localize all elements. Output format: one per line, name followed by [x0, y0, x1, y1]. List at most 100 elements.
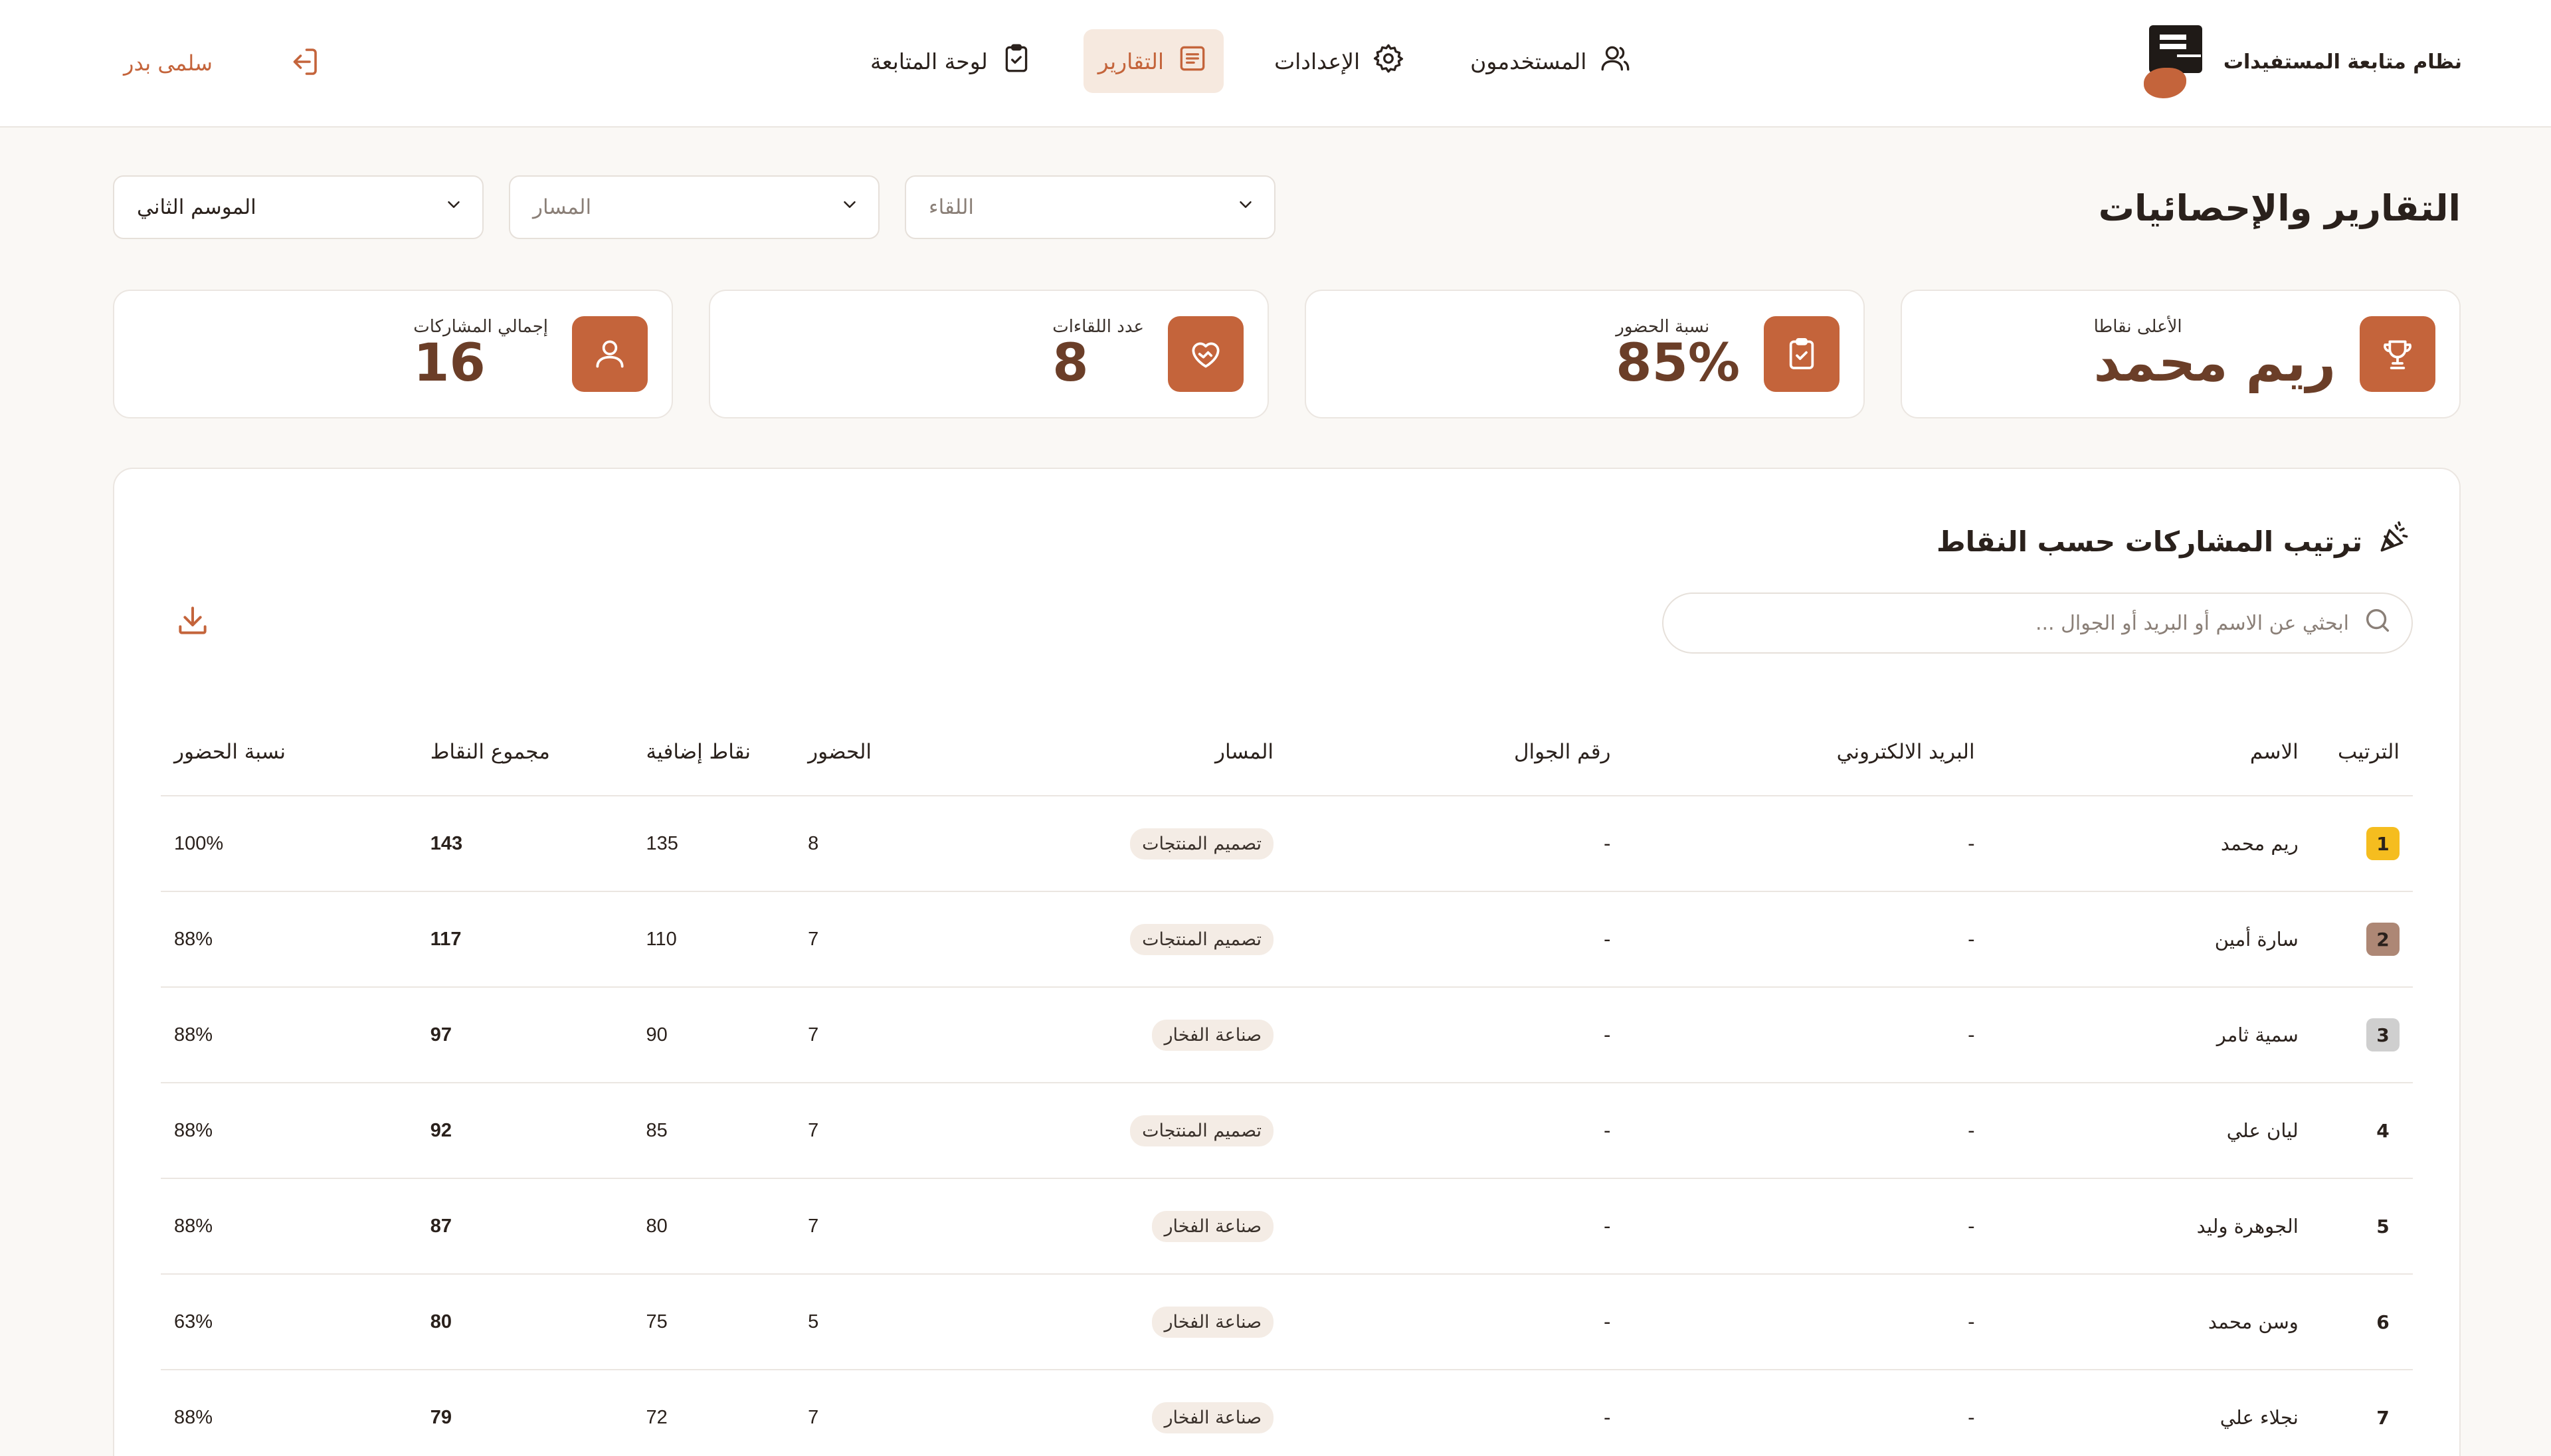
filters-bar: اللقاء المسار الموسم الثاني — [113, 175, 1276, 239]
users-icon — [1598, 42, 1632, 80]
user-icon — [572, 316, 648, 392]
nav-item-settings[interactable]: الإعدادات — [1260, 29, 1420, 93]
cell-total: 79 — [417, 1370, 633, 1456]
cell-rate: 88% — [161, 1178, 417, 1275]
meeting-select[interactable]: اللقاء — [905, 175, 1276, 239]
cell-total: 117 — [417, 891, 633, 988]
stat-card-meetings: عدد اللقاءات 8 — [709, 290, 1269, 418]
clipboard-icon — [1000, 42, 1033, 80]
cell-email: - — [1624, 1178, 1988, 1275]
nav-item-label: المستخدمون — [1470, 48, 1587, 74]
search-icon — [2362, 605, 2393, 641]
nav-item-reports[interactable]: التقارير — [1083, 29, 1224, 93]
rank-badge: 4 — [2376, 1119, 2390, 1142]
cell-bonus: 80 — [632, 1178, 795, 1275]
download-button[interactable] — [174, 602, 211, 642]
cell-name: سمية ثامر — [1988, 987, 2312, 1083]
user-name[interactable]: سلمى بدر — [124, 50, 213, 76]
trophy-icon — [2360, 316, 2435, 392]
ranking-title: ترتيب المشاركات حسب النقاط — [1937, 519, 2413, 563]
track-select[interactable]: المسار — [509, 175, 880, 239]
cell-rate: 100% — [161, 796, 417, 892]
col-header-total[interactable]: مجموع النقاط — [417, 708, 633, 796]
col-header-rank[interactable]: الترتيب — [2311, 708, 2413, 796]
stat-value: 85% — [1616, 333, 1740, 394]
page-title: التقارير والإحصائيات — [2098, 187, 2461, 229]
cell-email: - — [1624, 987, 1988, 1083]
cell-phone: - — [1287, 1083, 1624, 1179]
search-input[interactable]: ابحثي عن الاسم أو البريد أو الجوال ... — [1662, 592, 2413, 654]
rank-badge: 1 — [2366, 827, 2400, 860]
cell-attendance: 7 — [795, 1370, 1078, 1456]
cell-total: 97 — [417, 987, 633, 1083]
stat-card-participants: إجمالي المشاركات 16 — [113, 290, 673, 418]
col-header-attendance[interactable]: الحضور — [795, 708, 1078, 796]
handshake-heart-icon — [1168, 316, 1244, 392]
cell-name: نجلاء علي — [1988, 1370, 2312, 1456]
table-row[interactable]: 4 ليان علي - - تصميم المنتجات 7 85 92 88… — [161, 1083, 2413, 1179]
cell-attendance: 7 — [795, 1083, 1078, 1179]
cell-rate: 88% — [161, 987, 417, 1083]
main-nav: لوحة المتابعة التقارير الإعدادات المستخد… — [856, 29, 1646, 93]
cell-phone: - — [1287, 1178, 1624, 1275]
logout-icon[interactable] — [286, 44, 322, 82]
chevron-down-icon — [840, 195, 860, 220]
table-row[interactable]: 2 سارة أمين - - تصميم المنتجات 7 110 117… — [161, 891, 2413, 988]
col-header-name[interactable]: الاسم — [1988, 708, 2312, 796]
table-row[interactable]: 7 نجلاء علي - - صناعة الفخار 7 72 79 88% — [161, 1370, 2413, 1456]
ranking-panel: ترتيب المشاركات حسب النقاط ابحثي عن الاس… — [113, 468, 2461, 1456]
table-header-row: الترتيب الاسم البريد الالكتروني رقم الجو… — [161, 708, 2413, 796]
col-header-bonus[interactable]: نقاط إضافية — [632, 708, 795, 796]
table-row[interactable]: 1 ريم محمد - - تصميم المنتجات 8 135 143 … — [161, 796, 2413, 892]
cell-bonus: 85 — [632, 1083, 795, 1179]
col-header-track[interactable]: المسار — [1078, 708, 1287, 796]
stat-value: 16 — [413, 333, 486, 394]
track-badge: صناعة الفخار — [1152, 1402, 1274, 1433]
nav-item-users[interactable]: المستخدمون — [1456, 29, 1646, 93]
search-placeholder: ابحثي عن الاسم أو البريد أو الجوال ... — [2035, 611, 2349, 635]
cell-phone: - — [1287, 796, 1624, 892]
nav-item-label: التقارير — [1097, 48, 1165, 74]
table-row[interactable]: 3 سمية ثامر - - صناعة الفخار 7 90 97 88% — [161, 987, 2413, 1083]
stat-value: 8 — [1052, 333, 1089, 394]
cell-phone: - — [1287, 987, 1624, 1083]
brand-name: نظام متابعة المستفيدات — [2223, 50, 2462, 74]
cell-email: - — [1624, 1370, 1988, 1456]
brand[interactable]: نظام متابعة المستفيدات — [2143, 25, 2462, 98]
cell-attendance: 7 — [795, 987, 1078, 1083]
col-header-rate[interactable]: نسبة الحضور — [161, 708, 417, 796]
cell-name: وسن محمد — [1988, 1274, 2312, 1370]
track-badge: صناعة الفخار — [1152, 1306, 1274, 1338]
brand-logo-icon — [2143, 25, 2202, 98]
cell-name: سارة أمين — [1988, 891, 2312, 988]
rank-badge: 6 — [2376, 1311, 2390, 1333]
stat-value: ريم محمد — [2093, 333, 2336, 394]
stats-row: إجمالي المشاركات 16 عدد اللقاءات 8 نسبة … — [113, 290, 2461, 418]
cell-rate: 63% — [161, 1274, 417, 1370]
cell-name: ريم محمد — [1988, 796, 2312, 892]
season-select[interactable]: الموسم الثاني — [113, 175, 484, 239]
report-icon — [1176, 42, 1209, 80]
cell-total: 143 — [417, 796, 633, 892]
track-badge: تصميم المنتجات — [1130, 923, 1274, 955]
cell-bonus: 72 — [632, 1370, 795, 1456]
ranking-table: الترتيب الاسم البريد الالكتروني رقم الجو… — [161, 708, 2413, 1456]
nav-item-dashboard[interactable]: لوحة المتابعة — [856, 29, 1048, 93]
table-row[interactable]: 6 وسن محمد - - صناعة الفخار 5 75 80 63% — [161, 1274, 2413, 1370]
table-row[interactable]: 5 الجوهرة وليد - - صناعة الفخار 7 80 87 … — [161, 1178, 2413, 1275]
cell-bonus: 110 — [632, 891, 795, 988]
ranking-title-text: ترتيب المشاركات حسب النقاط — [1937, 525, 2362, 558]
cell-attendance: 5 — [795, 1274, 1078, 1370]
cell-phone: - — [1287, 891, 1624, 988]
rank-badge: 3 — [2366, 1018, 2400, 1051]
clipboard-check-icon — [1764, 316, 1840, 392]
col-header-email[interactable]: البريد الالكتروني — [1624, 708, 1988, 796]
cell-total: 80 — [417, 1274, 633, 1370]
nav-item-label: الإعدادات — [1274, 48, 1361, 74]
meeting-select-value: اللقاء — [929, 195, 975, 219]
track-badge: صناعة الفخار — [1152, 1019, 1274, 1051]
gear-icon — [1372, 42, 1405, 80]
chevron-down-icon — [1236, 195, 1256, 220]
cell-rate: 88% — [161, 1083, 417, 1179]
col-header-phone[interactable]: رقم الجوال — [1287, 708, 1624, 796]
